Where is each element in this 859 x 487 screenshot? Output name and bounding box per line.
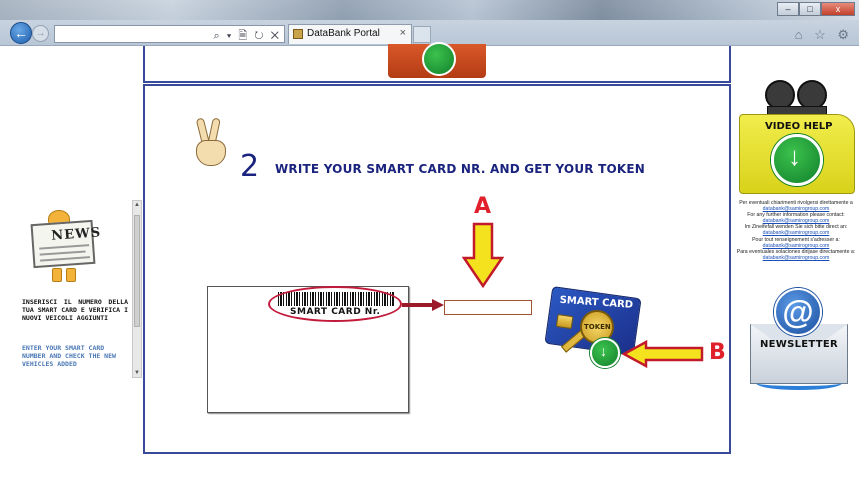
newspaper: NEWS [30,219,102,269]
newsletter-label: NEWSLETTER [760,339,839,350]
marker-a: A [474,194,492,219]
left-arrow-icon [622,340,704,368]
contact-text-es: Para eventuales solaciones dirijase dire… [736,248,856,255]
news-panel: NEWS INSERISCI IL NUMERO DELLA TUA SMART… [0,200,145,380]
step-number: 2 [240,149,260,184]
step-title: WRITE YOUR SMART CARD NR. AND GET YOUR T… [275,162,646,176]
tab-databank-portal[interactable]: DataBank Portal × [288,24,412,44]
down-arrow-icon [462,222,504,288]
newsletter-icon[interactable]: @ NEWSLETTER [746,288,852,396]
maximize-button[interactable]: □ [799,2,821,16]
toolbar-right-icons[interactable]: ⌂ ☆ ⚙ [795,27,853,43]
smart-card-number-input[interactable] [444,300,532,315]
news-scrollbar[interactable]: ▲ ▼ [132,200,142,378]
video-download-icon: ↓ [771,134,823,186]
news-icon[interactable]: NEWS [22,210,102,288]
news-text-italian: INSERISCI IL NUMERO DELLA TUA SMART CARD… [22,298,128,322]
tab-title: DataBank Portal [307,28,380,39]
news-text-english: ENTER YOUR SMART CARD NUMBER AND CHECK T… [22,344,116,368]
right-arrow-icon [402,299,444,311]
contact-info: Per eventuali chiarimenti rivolgersi dir… [733,200,859,261]
address-icons[interactable]: ⌕ ▾ 🗎 ↻ ✕ [213,27,281,46]
video-help-label: VIDEO HELP [765,121,833,132]
smart-card-label: SMART CARD Nr. [290,307,381,317]
video-help-icon[interactable]: VIDEO HELP ↓ [739,80,855,196]
step1-download-icon[interactable] [388,42,486,78]
token-card-text: SMART CARD [559,294,634,311]
token-key-text: TOKEN [584,323,611,331]
victory-hand-icon [190,117,232,170]
minimize-button[interactable]: – [777,2,799,16]
new-tab-button[interactable] [413,26,431,43]
window-controls: – □ x [777,2,855,16]
at-sign-icon: @ [774,288,822,336]
marker-b: B [709,340,726,365]
get-token-download-button[interactable]: ↓ [590,338,620,368]
browser-toolbar: – □ x ← → ⌕ ▾ 🗎 ↻ ✕ DataBank Portal × ⌂ … [0,0,859,46]
contact-email-link[interactable]: databank@samirogroup.com [733,255,859,261]
favicon-icon [293,29,303,39]
forward-arrow-icon[interactable]: → [32,25,49,42]
scrollbar-thumb[interactable] [134,215,140,327]
address-bar[interactable]: ⌕ ▾ 🗎 ↻ ✕ [54,25,285,43]
back-arrow-icon[interactable]: ← [10,22,32,44]
news-heading: NEWS [50,225,102,244]
title-bar [0,0,859,20]
close-window-button[interactable]: x [821,2,855,16]
tab-close-icon[interactable]: × [400,27,406,39]
